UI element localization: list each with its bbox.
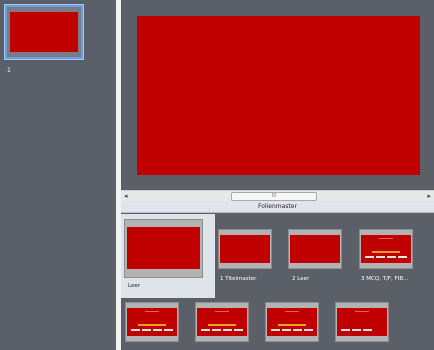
layout-option-placeholder: [142, 329, 151, 331]
layout-label: Leer: [128, 283, 140, 289]
slides-pane: 1: [0, 0, 116, 350]
layout-thumbnail-preview: [290, 235, 340, 263]
slide-editor: [121, 0, 434, 190]
layout-thumbnail-preview: [127, 308, 177, 336]
layout-thumbnail-preview: [361, 235, 411, 263]
layout-accent-bar: [278, 324, 306, 326]
layout-option-placeholder: [234, 329, 243, 331]
layout-label: 1 Titelmaster: [220, 276, 257, 282]
layout-accent-bar: [372, 251, 400, 253]
layout-option-placeholder: [352, 329, 361, 331]
layout-thumbnail-preview: [267, 308, 317, 336]
slide-canvas[interactable]: [137, 16, 420, 175]
layout-option-placeholder: [271, 329, 280, 331]
layout-option-placeholder: [153, 329, 162, 331]
slide-thumbnail-preview: [10, 12, 78, 52]
layout-title-placeholder: [215, 311, 229, 312]
layout-option-placeholder: [387, 256, 396, 258]
layout-option-placeholder: [212, 329, 221, 331]
slide-number: 1: [7, 67, 11, 74]
layout-option-placeholder: [304, 329, 313, 331]
layout-gallery: Folienmaster Leer 1 Titelmaster 2 Leer 3…: [121, 201, 434, 350]
layout-option-placeholder: [293, 329, 302, 331]
layout-thumbnail-preview: [220, 235, 270, 263]
layout-option-placeholder: [376, 256, 385, 258]
layout-thumbnail-preview: [197, 308, 247, 336]
layout-title-placeholder: [355, 311, 369, 312]
layout-accent-bar: [208, 324, 236, 326]
layout-thumbnail-preview: [127, 227, 200, 269]
layout-accent-bar: [138, 324, 166, 326]
layout-thumbnail-preview: [337, 308, 387, 336]
layout-option-placeholder: [223, 329, 232, 331]
layout-option-placeholder: [341, 329, 350, 331]
layout-title-placeholder: [379, 238, 393, 239]
horizontal-scrollbar[interactable]: ◂ III ▸: [121, 190, 434, 201]
scrollbar-thumb[interactable]: III: [231, 192, 317, 201]
layout-option-placeholder: [363, 329, 372, 331]
slide-thumbnail-1[interactable]: [5, 5, 83, 59]
layout-option-placeholder: [201, 329, 210, 331]
layout-option-placeholder: [164, 329, 173, 331]
layout-title-placeholder: [145, 311, 159, 312]
layout-option-placeholder: [282, 329, 291, 331]
layout-gallery-title: Folienmaster: [121, 201, 434, 213]
layout-title-placeholder: [285, 311, 299, 312]
layout-option-placeholder: [398, 256, 407, 258]
layout-label: 3 MCQ, T/F, FIB...: [361, 276, 409, 282]
scroll-left-arrow-icon[interactable]: ◂: [124, 191, 128, 201]
layout-label: 2 Leer: [292, 276, 310, 282]
scroll-right-arrow-icon[interactable]: ▸: [427, 191, 431, 201]
layout-option-placeholder: [131, 329, 140, 331]
layout-option-placeholder: [365, 256, 374, 258]
